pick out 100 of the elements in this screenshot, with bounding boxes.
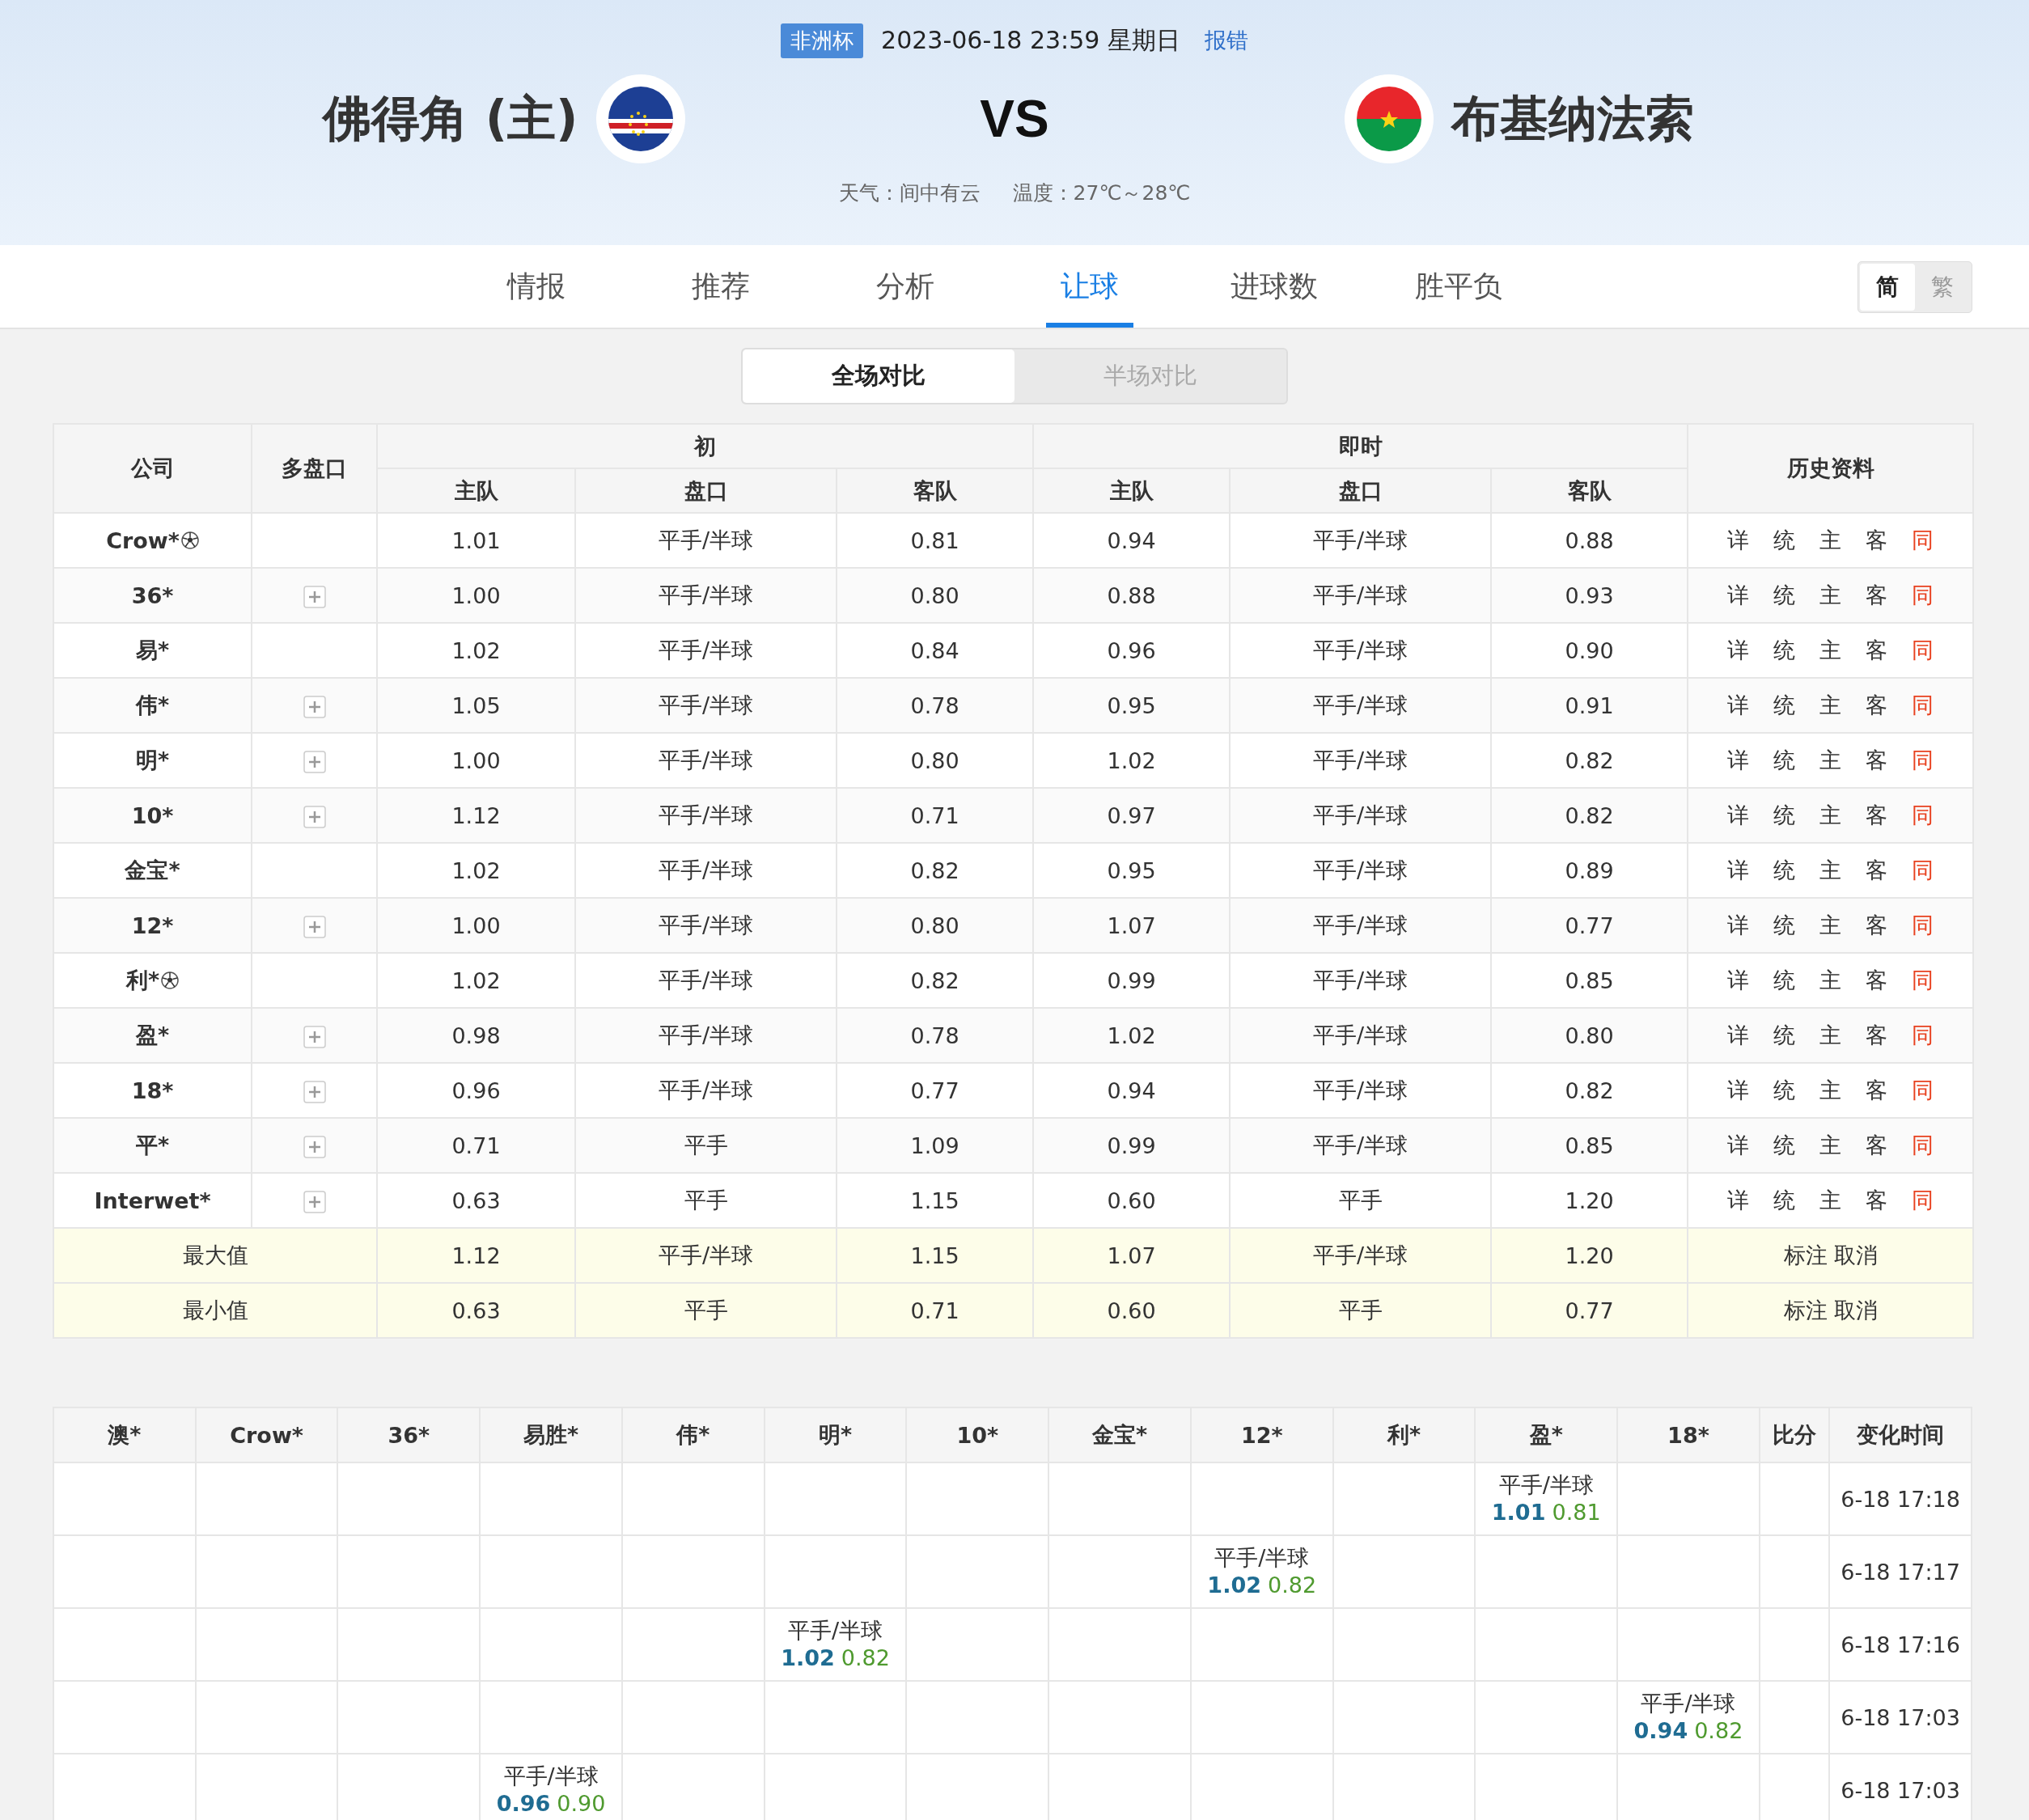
history-link[interactable]: 客	[1866, 966, 1888, 995]
history-link[interactable]: 统	[1773, 581, 1796, 610]
history-link[interactable]: 详	[1727, 1021, 1750, 1050]
nav-tab[interactable]: 分析	[862, 245, 949, 328]
history-link[interactable]: 客	[1866, 911, 1888, 940]
expand-plus-icon[interactable]	[303, 915, 326, 938]
mark-link[interactable]: 取消	[1833, 1296, 1878, 1325]
history-link[interactable]: 主	[1819, 526, 1842, 555]
history-link[interactable]: 客	[1866, 1186, 1888, 1215]
expand-plus-icon[interactable]	[303, 585, 326, 608]
history-link[interactable]: 统	[1773, 801, 1796, 830]
history-link[interactable]: 详	[1727, 581, 1750, 610]
odds-value: 1.02	[451, 637, 501, 663]
history-link[interactable]: 详	[1727, 1186, 1750, 1215]
history-link[interactable]: 统	[1773, 856, 1796, 885]
expand-plus-icon[interactable]	[303, 750, 326, 773]
history-link[interactable]: 同	[1912, 636, 1934, 665]
expand-plus-icon[interactable]	[303, 805, 326, 828]
expand-plus-icon[interactable]	[303, 1025, 326, 1048]
history-link[interactable]: 主	[1819, 691, 1842, 720]
home-odds: 0.96	[496, 1790, 551, 1818]
expand-plus-icon[interactable]	[303, 695, 326, 718]
history-link[interactable]: 详	[1727, 746, 1750, 775]
history-link[interactable]: 同	[1912, 746, 1934, 775]
compare-toggle-button[interactable]: 全场对比	[743, 349, 1014, 403]
history-link[interactable]: 详	[1727, 801, 1750, 830]
history-link[interactable]: 同	[1912, 801, 1934, 830]
home-odds: 1.02	[781, 1644, 835, 1672]
handicap-line: 平手/半球	[658, 912, 754, 938]
history-link[interactable]: 统	[1773, 1021, 1796, 1050]
history-link[interactable]: 统	[1773, 911, 1796, 940]
history-link[interactable]: 统	[1773, 1186, 1796, 1215]
history-link[interactable]: 主	[1819, 746, 1842, 775]
history-link[interactable]: 统	[1773, 526, 1796, 555]
history-link[interactable]: 客	[1866, 691, 1888, 720]
history-link[interactable]: 统	[1773, 746, 1796, 775]
history-link[interactable]: 同	[1912, 526, 1934, 555]
nav-tab[interactable]: 情报	[493, 245, 580, 328]
history-link[interactable]: 客	[1866, 526, 1888, 555]
odds-value: 0.96	[1107, 637, 1156, 663]
history-link[interactable]: 统	[1773, 1076, 1796, 1105]
history-link[interactable]: 主	[1819, 1021, 1842, 1050]
history-link[interactable]: 同	[1912, 856, 1934, 885]
history-link[interactable]: 同	[1912, 911, 1934, 940]
expand-plus-icon[interactable]	[303, 1080, 326, 1103]
history-link[interactable]: 主	[1819, 636, 1842, 665]
history-link[interactable]: 详	[1727, 1131, 1750, 1160]
history-link[interactable]: 统	[1773, 636, 1796, 665]
history-link[interactable]: 详	[1727, 856, 1750, 885]
history-link[interactable]: 统	[1773, 691, 1796, 720]
nav-tab[interactable]: 推荐	[677, 245, 765, 328]
away-odds: 0.82	[841, 1644, 890, 1672]
odds-value: 0.82	[1565, 802, 1614, 828]
history-link[interactable]: 统	[1773, 966, 1796, 995]
history-link[interactable]: 统	[1773, 1131, 1796, 1160]
history-link[interactable]: 客	[1866, 801, 1888, 830]
history-link[interactable]: 详	[1727, 526, 1750, 555]
history-link[interactable]: 主	[1819, 581, 1842, 610]
expand-plus-icon[interactable]	[303, 1135, 326, 1158]
summary-label: 最小值	[182, 1297, 248, 1323]
history-link[interactable]: 同	[1912, 581, 1934, 610]
history-link[interactable]: 客	[1866, 1076, 1888, 1105]
nav-tab[interactable]: 进球数	[1216, 245, 1332, 328]
history-link[interactable]: 主	[1819, 801, 1842, 830]
language-toggle[interactable]: 简	[1860, 264, 1915, 311]
history-link[interactable]: 客	[1866, 856, 1888, 885]
odds-value: 0.85	[1565, 967, 1614, 993]
history-link[interactable]: 同	[1912, 1186, 1934, 1215]
report-error-link[interactable]: 报错	[1204, 26, 1248, 55]
handicap-line: 平手	[1338, 1297, 1383, 1323]
history-link[interactable]: 主	[1819, 911, 1842, 940]
history-link[interactable]: 同	[1912, 1021, 1934, 1050]
odds-value: 0.60	[1107, 1297, 1156, 1323]
history-link[interactable]: 同	[1912, 691, 1934, 720]
history-link[interactable]: 客	[1866, 636, 1888, 665]
history-link[interactable]: 同	[1912, 1076, 1934, 1105]
history-link[interactable]: 主	[1819, 856, 1842, 885]
history-link[interactable]: 主	[1819, 1131, 1842, 1160]
mark-link[interactable]: 取消	[1833, 1241, 1878, 1270]
history-link[interactable]: 详	[1727, 1076, 1750, 1105]
handicap-line: 平手/半球	[658, 857, 754, 882]
handicap-line: 平手/半球	[1640, 1690, 1737, 1717]
history-link[interactable]: 客	[1866, 581, 1888, 610]
history-link[interactable]: 主	[1819, 966, 1842, 995]
history-link[interactable]: 客	[1866, 1131, 1888, 1160]
history-link[interactable]: 同	[1912, 1131, 1934, 1160]
history-link[interactable]: 客	[1866, 746, 1888, 775]
mark-link[interactable]: 标注	[1783, 1241, 1828, 1270]
nav-tab[interactable]: 让球	[1046, 245, 1133, 328]
mark-link[interactable]: 标注	[1783, 1296, 1828, 1325]
history-link[interactable]: 详	[1727, 691, 1750, 720]
history-link[interactable]: 主	[1819, 1076, 1842, 1105]
expand-plus-icon[interactable]	[303, 1190, 326, 1213]
history-link[interactable]: 详	[1727, 636, 1750, 665]
history-link[interactable]: 同	[1912, 966, 1934, 995]
nav-tab[interactable]: 胜平负	[1400, 245, 1517, 328]
history-link[interactable]: 客	[1866, 1021, 1888, 1050]
history-link[interactable]: 详	[1727, 911, 1750, 940]
history-link[interactable]: 主	[1819, 1186, 1842, 1215]
history-link[interactable]: 详	[1727, 966, 1750, 995]
